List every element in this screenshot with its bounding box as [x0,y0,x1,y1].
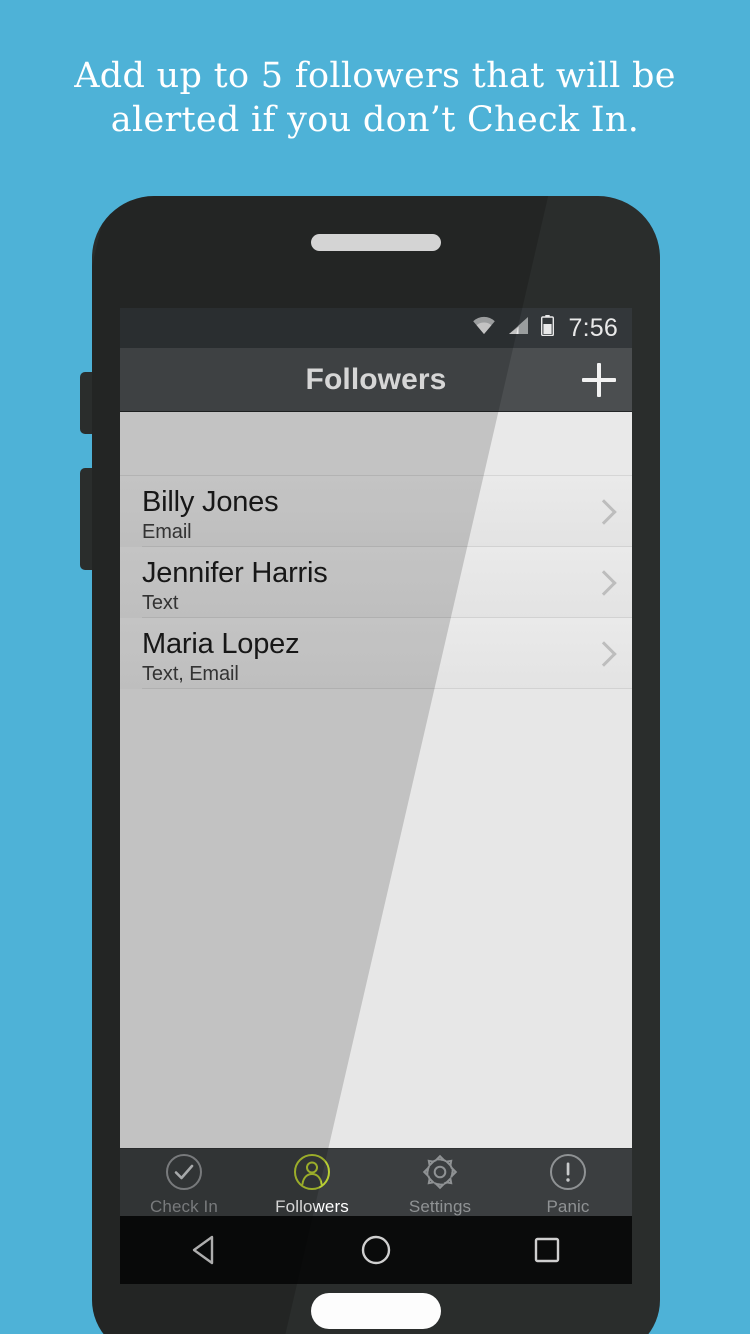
phone-device-frame: 7:56 Followers Billy Jones Email Jennife… [80,196,660,1334]
follower-name: Billy Jones [142,486,279,518]
gear-icon [421,1153,459,1196]
headline-line-2: alerted if you don’t Check In. [110,100,640,140]
chevron-right-icon [594,640,610,668]
chevron-right-icon [594,498,610,526]
follower-name: Maria Lopez [142,628,300,660]
list-item[interactable]: Jennifer Harris Text [120,547,632,618]
follower-name: Jennifer Harris [142,557,328,589]
followers-list: Billy Jones Email Jennifer Harris Text M… [120,412,632,1216]
follower-methods: Text, Email [142,663,239,685]
android-navigation-bar [120,1216,632,1284]
wifi-icon [472,316,496,340]
tab-panic[interactable]: Panic [504,1149,632,1216]
tab-label: Check In [150,1197,218,1216]
app-bar: Followers [120,348,632,412]
tab-check-in[interactable]: Check In [120,1149,248,1216]
alert-circle-icon [549,1153,587,1196]
status-bar: 7:56 [120,308,632,348]
back-triangle-icon[interactable] [183,1228,227,1272]
earpiece-speaker [311,234,441,251]
signal-icon [507,316,530,340]
bottom-tab-bar: Check In Followers Settings Panic [120,1148,632,1216]
follower-methods: Text [142,592,179,614]
tab-label: Panic [546,1197,590,1216]
list-item[interactable]: Maria Lopez Text, Email [120,618,632,689]
home-circle-icon[interactable] [354,1228,398,1272]
tab-settings[interactable]: Settings [376,1149,504,1216]
chevron-right-icon [594,569,610,597]
recents-square-icon[interactable] [525,1228,569,1272]
battery-icon [540,315,554,341]
list-header-strip [120,412,632,476]
tab-followers[interactable]: Followers [248,1149,376,1216]
promo-headline: Add up to 5 followers that will be alert… [0,54,750,142]
volume-button[interactable] [80,372,96,434]
home-button[interactable] [311,1293,441,1329]
page-title: Followers [305,362,447,396]
tab-label: Followers [275,1197,349,1216]
plus-icon[interactable] [582,362,616,397]
headline-line-1: Add up to 5 followers that will be [74,56,676,96]
phone-screen: 7:56 Followers Billy Jones Email Jennife… [120,308,632,1216]
power-button[interactable] [80,468,96,570]
tab-label: Settings [408,1197,472,1216]
check-circle-icon [165,1153,203,1196]
list-item[interactable]: Billy Jones Email [120,476,632,547]
follower-methods: Email [142,521,192,543]
person-circle-icon [293,1153,331,1196]
status-bar-clock: 7:56 [568,313,618,342]
